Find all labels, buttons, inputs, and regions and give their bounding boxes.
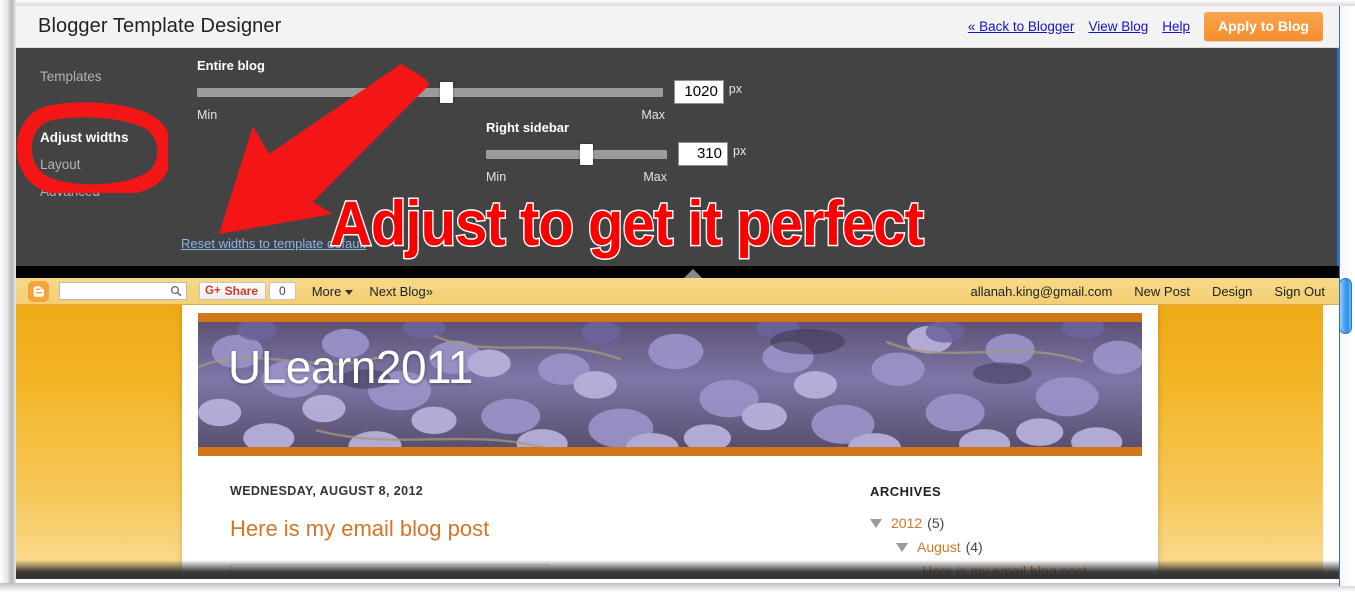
navbar-next-blog-link[interactable]: Next Blog»	[369, 284, 433, 299]
page-scrollbar-track[interactable]	[1339, 6, 1354, 586]
blogger-logo-icon[interactable]	[28, 280, 49, 302]
search-input[interactable]	[63, 283, 167, 299]
triangle-down-icon[interactable]	[896, 542, 908, 552]
blog-preview: ULearn2011 WEDNESDAY, AUGUST 8, 2012 Her…	[16, 305, 1323, 584]
sidebar-item-templates[interactable]: Templates	[16, 64, 184, 91]
archives-heading: ARCHIVES	[870, 484, 942, 499]
right-sidebar-min-label: Min	[486, 170, 507, 184]
page-title: Blogger Template Designer	[38, 15, 282, 37]
width-sliders: Entire blog px Min Max Right sidebar	[184, 48, 1339, 266]
slider-label: Right sidebar	[486, 120, 570, 135]
entire-blog-min-label: Min	[197, 108, 218, 122]
search-icon	[170, 285, 182, 297]
entire-blog-unit-label: px	[728, 82, 742, 96]
share-count-badge[interactable]: 0	[269, 282, 296, 300]
slider-entire-blog: Entire blog px Min Max	[197, 58, 742, 122]
page-scrollbar-thumb[interactable]	[1339, 278, 1352, 334]
archive-row-post: Here is my email blog post	[922, 563, 1130, 579]
post-date: WEDNESDAY, AUGUST 8, 2012	[230, 484, 424, 498]
blog-columns: WEDNESDAY, AUGUST 8, 2012 Here is my ema…	[198, 456, 1142, 584]
right-sidebar-width-input[interactable]	[678, 142, 728, 166]
help-link[interactable]: Help	[1162, 19, 1190, 34]
slider-right-sidebar: Right sidebar px Min Max	[486, 120, 856, 184]
new-post-link[interactable]: New Post	[1134, 284, 1190, 299]
back-to-blogger-link[interactable]: « Back to Blogger	[968, 19, 1075, 34]
entire-blog-slider-track[interactable]	[197, 81, 663, 103]
navbar-more-menu[interactable]: More	[312, 284, 354, 299]
chevron-down-icon	[345, 289, 354, 295]
blog-content-wrapper: ULearn2011 WEDNESDAY, AUGUST 8, 2012 Her…	[182, 305, 1158, 584]
google-plus-share-button[interactable]: G+ Share	[199, 282, 267, 300]
right-sidebar-slider-thumb[interactable]	[580, 143, 593, 165]
blog-header-banner: ULearn2011	[198, 313, 1142, 456]
archive-row-year: 2012 (5)	[870, 515, 1130, 531]
right-sidebar-max-label: Max	[643, 170, 667, 184]
post-title-link[interactable]: Here is my email blog post	[230, 516, 836, 542]
sidebar-item-label: Adjust widths	[40, 129, 129, 145]
more-label: More	[311, 283, 342, 299]
post-thumbnail-image	[230, 564, 548, 584]
window-frame-left	[0, 0, 16, 592]
google-plus-icon: G+	[205, 284, 221, 297]
screenshot-root: Blogger Template Designer « Back to Blog…	[0, 0, 1355, 592]
panel-divider	[16, 266, 1339, 278]
archive-month-count: (4)	[965, 539, 983, 555]
navbar-account-area: allanah.king@gmail.com New Post Design S…	[970, 284, 1325, 299]
toolbar-actions: « Back to Blogger View Blog Help Apply t…	[968, 12, 1323, 41]
archive-month-link[interactable]: August	[917, 539, 961, 555]
account-email-label: allanah.king@gmail.com	[970, 283, 1113, 299]
sidebar-item-label: Advanced	[40, 183, 101, 199]
entire-blog-width-input[interactable]	[673, 80, 724, 104]
slider-label: Entire blog	[197, 58, 265, 73]
triangle-down-icon[interactable]	[870, 518, 882, 528]
blogger-navbar: G+ Share 0 More Next Blog» allanah.king@…	[16, 278, 1339, 305]
window-frame-bottom	[0, 583, 1355, 592]
navbar-search-box[interactable]	[59, 282, 187, 300]
apply-to-blog-button[interactable]: Apply to Blog	[1204, 12, 1323, 41]
share-label: Share	[224, 283, 259, 298]
right-sidebar-slider-track[interactable]	[486, 143, 667, 165]
designer-sidebar: Templates Adjust widths Layout Advanced	[16, 48, 184, 266]
post-column: WEDNESDAY, AUGUST 8, 2012 Here is my ema…	[198, 456, 836, 584]
designer-panel: Templates Adjust widths Layout Advanced …	[16, 48, 1339, 266]
archive-year-link[interactable]: 2012	[891, 515, 922, 531]
blog-sidebar-column: ARCHIVES 2012 (5) August (4) Here is my …	[836, 456, 1130, 584]
sidebar-item-adjust-widths[interactable]: Adjust widths	[16, 125, 184, 152]
archive-post-link[interactable]: Here is my email blog post	[922, 563, 1087, 579]
sidebar-item-label: Templates	[40, 69, 102, 84]
design-link[interactable]: Design	[1212, 284, 1252, 299]
archive-row-month: August (4)	[896, 539, 1130, 555]
sidebar-item-advanced[interactable]: Advanced	[16, 179, 184, 206]
sidebar-item-label: Layout	[40, 156, 81, 172]
designer-toolbar: Blogger Template Designer « Back to Blog…	[16, 6, 1339, 48]
collapse-caret-icon[interactable]	[684, 269, 702, 278]
entire-blog-slider-thumb[interactable]	[440, 81, 453, 103]
sidebar-item-layout[interactable]: Layout	[16, 152, 184, 179]
view-blog-link[interactable]: View Blog	[1088, 19, 1148, 34]
blog-title: ULearn2011	[228, 341, 473, 393]
reset-widths-link[interactable]: Reset widths to template default	[181, 236, 366, 251]
right-sidebar-unit-label: px	[733, 144, 747, 158]
sign-out-link[interactable]: Sign Out	[1274, 284, 1325, 299]
archive-year-count: (5)	[927, 515, 945, 531]
